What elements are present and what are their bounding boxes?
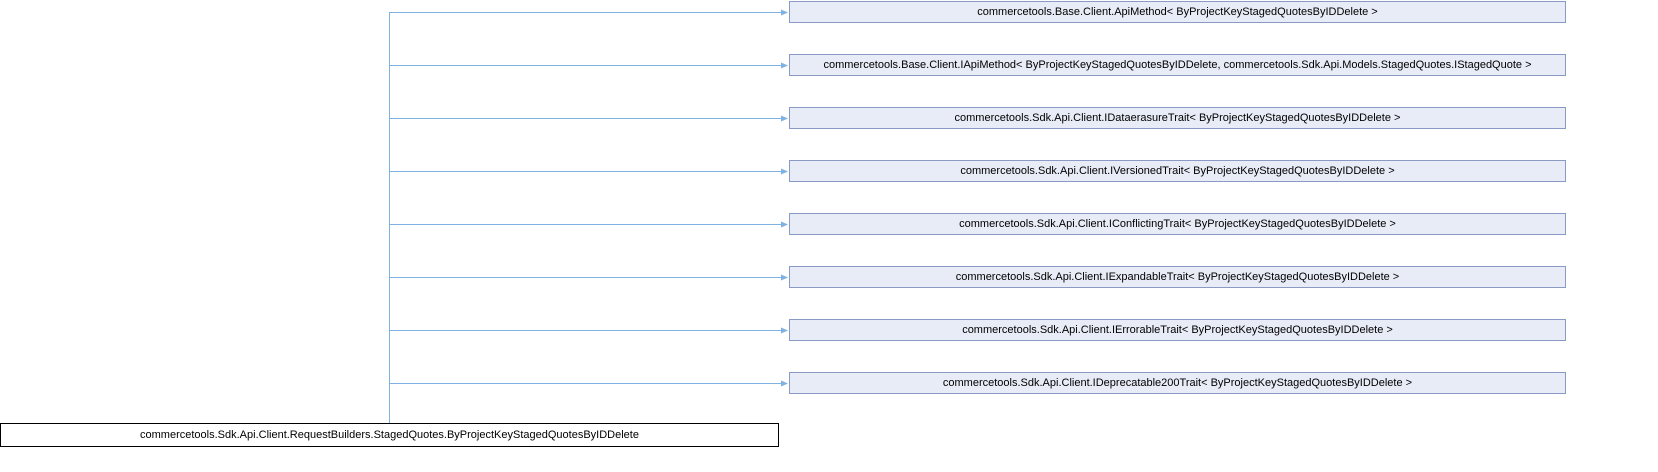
arrowhead-1 xyxy=(781,62,788,69)
inheritance-edges xyxy=(389,9,788,423)
class-label: commercetools.Sdk.Api.Client.IExpandable… xyxy=(955,270,1400,283)
derived-class-node[interactable]: commercetools.Sdk.Api.Client.RequestBuil… xyxy=(0,423,779,447)
arrowhead-7 xyxy=(781,380,788,387)
arrowhead-5 xyxy=(781,274,788,281)
base-class-node-ierrorabletrait[interactable]: commercetools.Sdk.Api.Client.IErrorableT… xyxy=(789,319,1566,341)
class-label: commercetools.Sdk.Api.Client.IConflictin… xyxy=(959,217,1396,230)
class-label: commercetools.Base.Client.IApiMethod< By… xyxy=(823,58,1532,71)
arrowhead-3 xyxy=(781,168,788,175)
base-class-node-iexpandabletrait[interactable]: commercetools.Sdk.Api.Client.IExpandable… xyxy=(789,266,1566,288)
class-label: commercetools.Sdk.Api.Client.IDataerasur… xyxy=(954,111,1401,124)
base-class-node-iversionedtrait[interactable]: commercetools.Sdk.Api.Client.IVersionedT… xyxy=(789,160,1566,182)
base-class-node-iconflictingtrait[interactable]: commercetools.Sdk.Api.Client.IConflictin… xyxy=(789,213,1566,235)
class-label: commercetools.Sdk.Api.Client.IErrorableT… xyxy=(962,323,1393,336)
arrowhead-0 xyxy=(781,9,788,16)
derived-class-label: commercetools.Sdk.Api.Client.RequestBuil… xyxy=(140,428,639,441)
base-class-node-iapimethod[interactable]: commercetools.Base.Client.IApiMethod< By… xyxy=(789,54,1566,76)
arrowhead-2 xyxy=(781,115,788,122)
class-label: commercetools.Sdk.Api.Client.IDeprecatab… xyxy=(942,376,1413,389)
base-class-node-ideprecatable200trait[interactable]: commercetools.Sdk.Api.Client.IDeprecatab… xyxy=(789,372,1566,394)
base-class-node-idataerasuretrait[interactable]: commercetools.Sdk.Api.Client.IDataerasur… xyxy=(789,107,1566,129)
class-label: commercetools.Sdk.Api.Client.IVersionedT… xyxy=(960,164,1395,177)
class-label: commercetools.Base.Client.ApiMethod< ByP… xyxy=(977,5,1378,18)
arrowhead-4 xyxy=(781,221,788,228)
base-class-node-apimethod[interactable]: commercetools.Base.Client.ApiMethod< ByP… xyxy=(789,1,1566,23)
arrowhead-6 xyxy=(781,327,788,334)
